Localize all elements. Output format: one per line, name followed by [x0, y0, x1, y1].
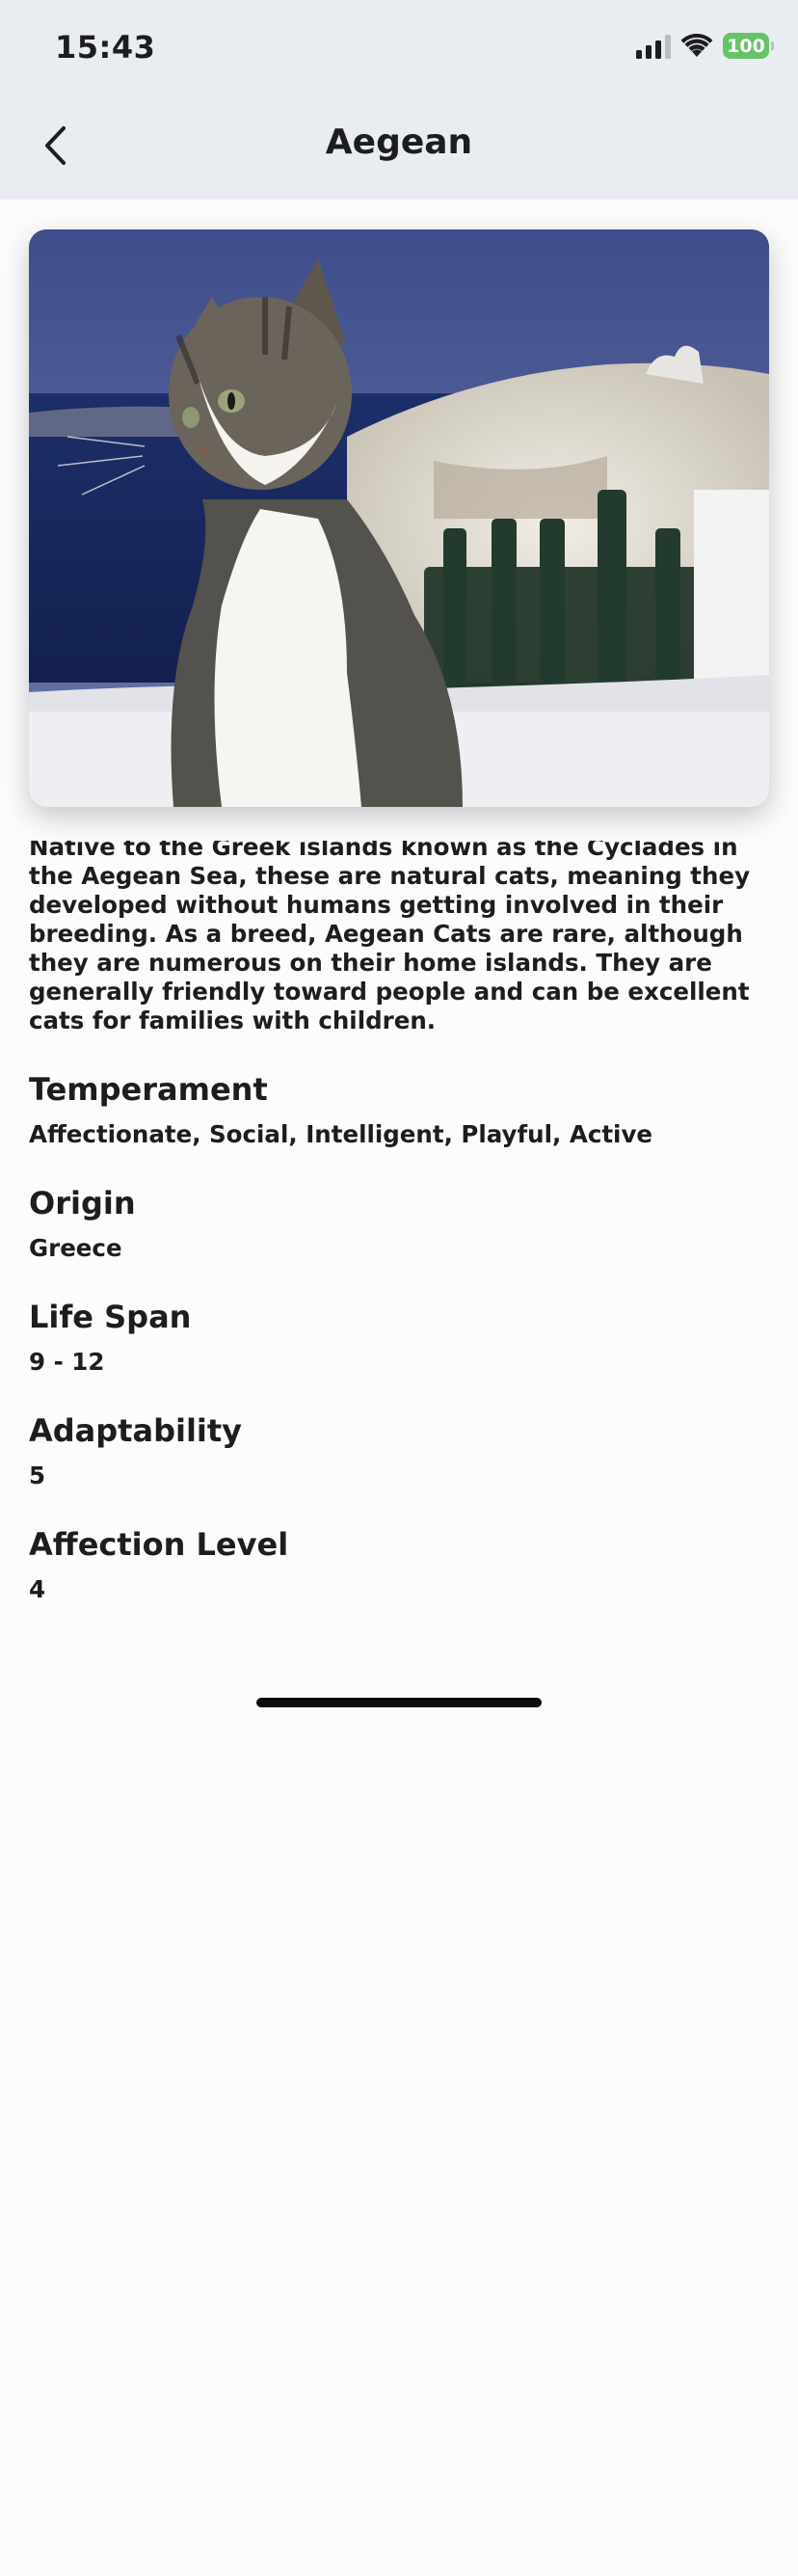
breed-details: Native to the Greek islands known as the…: [29, 841, 769, 2576]
battery-level: 100: [727, 35, 765, 57]
attribute-label: Life Span: [29, 1299, 192, 1335]
attribute-affection-level: Affection Level 4: [29, 1525, 769, 1604]
breed-photo: [29, 229, 769, 807]
wifi-icon: [680, 33, 713, 57]
attribute-origin: Origin Greece: [29, 1184, 769, 1263]
attribute-label: Temperament: [29, 1071, 268, 1108]
breed-description: Native to the Greek islands known as the…: [29, 841, 751, 1034]
attribute-value: Affectionate, Social, Intelligent, Playf…: [29, 1120, 653, 1148]
attribute-temperament: Temperament Affectionate, Social, Intell…: [29, 1070, 769, 1149]
attribute-life-span: Life Span 9 - 12: [29, 1298, 769, 1377]
page-title: Aegean: [325, 122, 473, 162]
status-icons: 100: [636, 33, 774, 59]
attribute-label: Affection Level: [29, 1526, 289, 1563]
attribute-value: 9 - 12: [29, 1348, 105, 1376]
attribute-label: Adaptability: [29, 1412, 243, 1449]
attribute-value: Greece: [29, 1234, 122, 1262]
attribute-label: Origin: [29, 1185, 136, 1221]
attribute-value: 5: [29, 1462, 46, 1489]
attribute-adaptability: Adaptability 5: [29, 1411, 769, 1490]
cellular-signal-icon: [636, 34, 671, 59]
home-indicator[interactable]: [256, 1698, 542, 1707]
battery-icon: 100: [723, 33, 774, 59]
navigation-header: 15:43 100 Aegean: [0, 0, 798, 200]
attribute-value: 4: [29, 1575, 46, 1603]
status-time: 15:43: [55, 29, 156, 66]
